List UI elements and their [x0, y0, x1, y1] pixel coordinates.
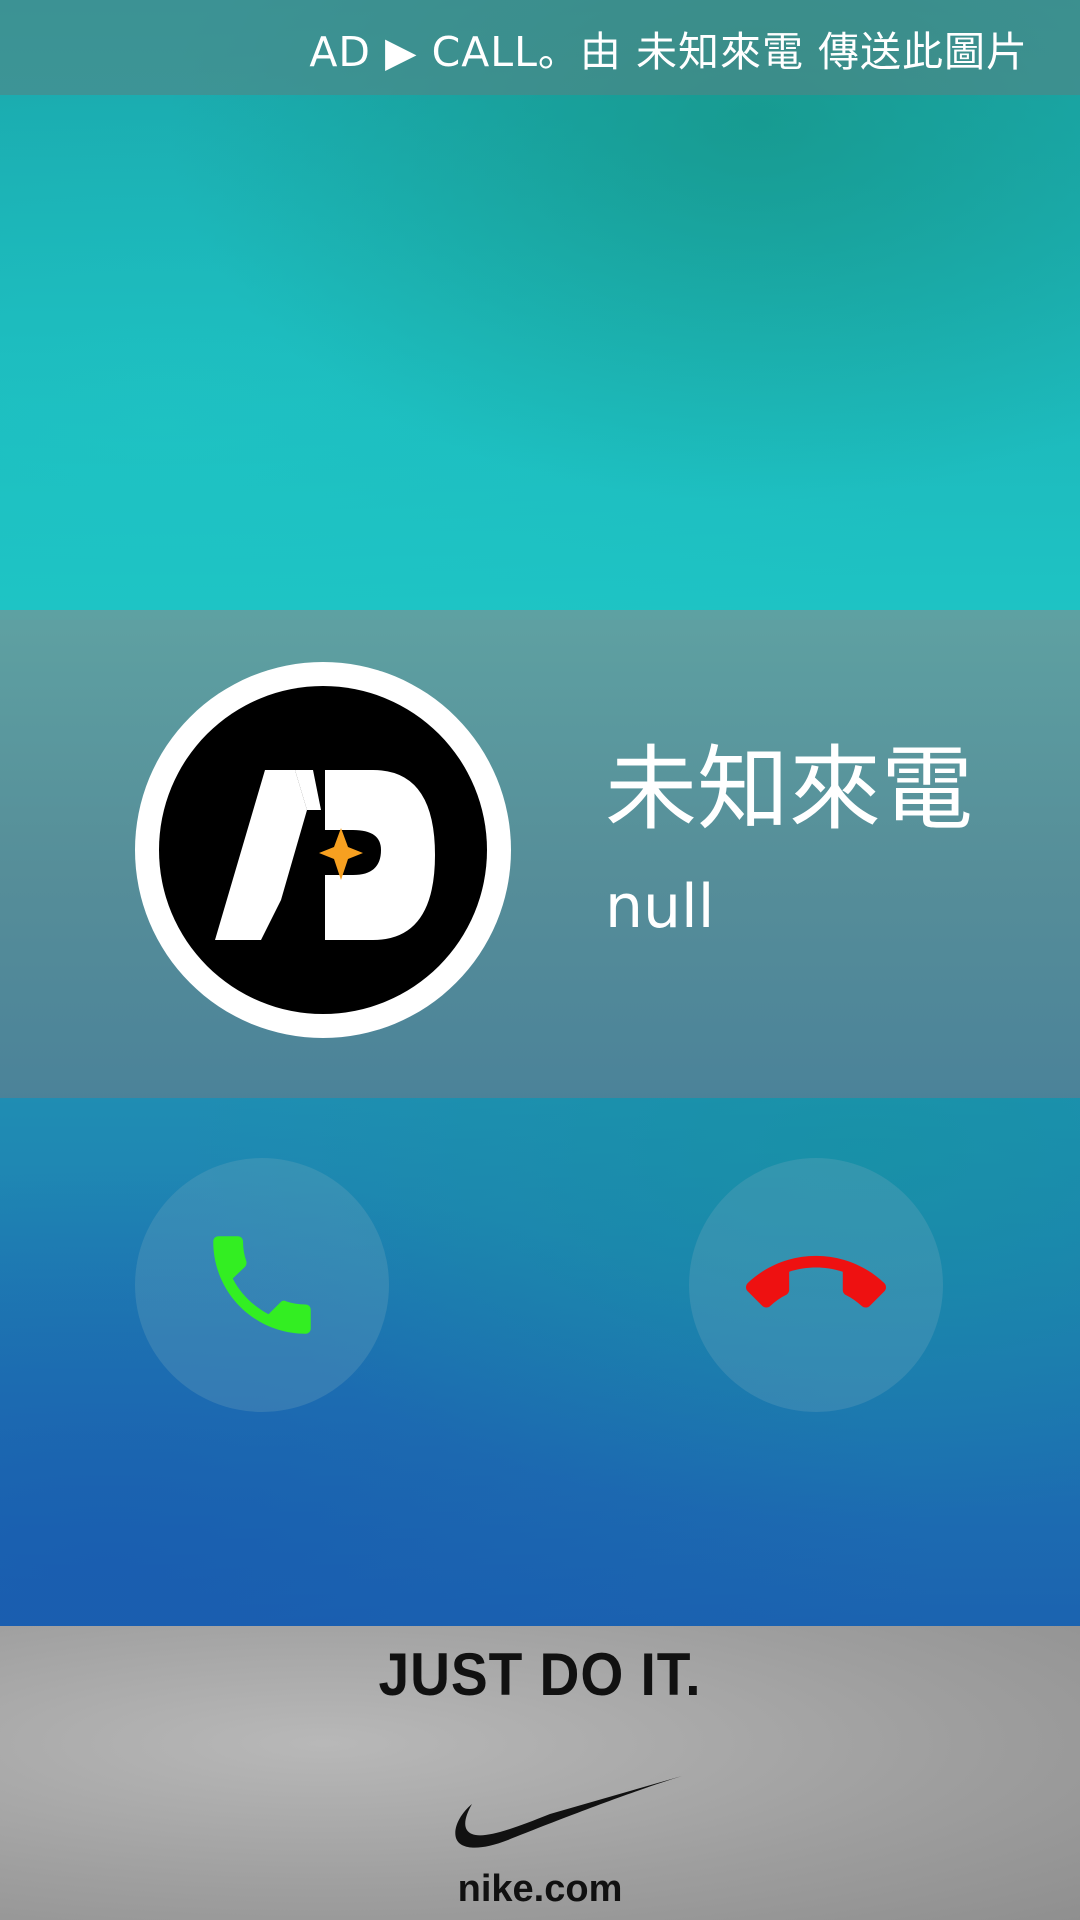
ad-logo-icon	[215, 770, 435, 940]
caller-avatar	[135, 662, 511, 1038]
answer-button[interactable]	[135, 1158, 389, 1412]
caller-name: 未知來電	[605, 736, 974, 843]
ad-slogan: JUST DO IT.	[378, 1641, 702, 1708]
ad-url[interactable]: nike.com	[0, 1868, 1080, 1911]
decline-button[interactable]	[689, 1158, 943, 1412]
phone-hangup-icon	[746, 1255, 886, 1308]
phone-answer-icon	[213, 1236, 311, 1334]
notification-text: AD ▶ CALL。由 未知來電 傳送此圖片	[309, 27, 1028, 76]
incoming-call-screen: AD ▶ CALL。由 未知來電 傳送此圖片 未知來電 null JUST DO	[0, 0, 1080, 1920]
notification-bar: AD ▶ CALL。由 未知來電 傳送此圖片	[0, 0, 1080, 95]
caller-number: null	[605, 872, 715, 942]
nike-swoosh-icon	[455, 1776, 682, 1848]
ad-logo	[159, 686, 487, 1014]
